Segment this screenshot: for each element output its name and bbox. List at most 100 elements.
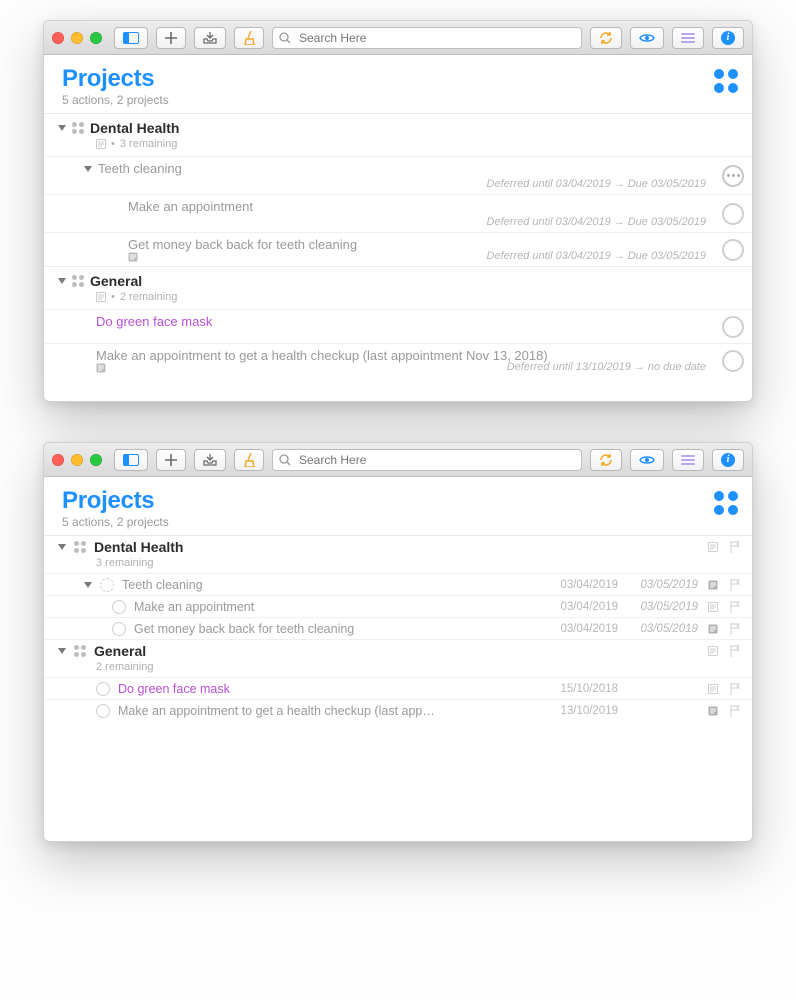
new-item-button[interactable] <box>156 449 186 471</box>
note-icon <box>96 292 106 302</box>
page-subtitle: 5 actions, 2 projects <box>62 93 734 107</box>
close-button[interactable] <box>52 32 64 44</box>
sidebar-toggle-button[interactable] <box>114 449 148 471</box>
task-row[interactable]: Get money back back for teeth cleaning D… <box>44 232 752 266</box>
flag-icon[interactable] <box>728 579 742 591</box>
task-row[interactable]: Do green face mask <box>44 309 752 343</box>
note-icon <box>706 602 720 612</box>
search-input[interactable] <box>297 30 575 46</box>
parallel-project-icon <box>74 541 86 553</box>
note-icon <box>706 624 720 634</box>
task-row[interactable]: Teeth cleaning 03/04/2019 03/05/2019 <box>44 573 752 595</box>
view-options-button[interactable] <box>672 449 704 471</box>
window-columns: i Projects 5 actions, 2 projects Dental … <box>43 442 753 842</box>
info-icon: i <box>721 453 735 467</box>
due-date: 03/05/2019 <box>626 623 698 635</box>
defer-date: 03/04/2019 <box>546 601 618 613</box>
task-row[interactable]: Get money back back for teeth cleaning 0… <box>44 617 752 639</box>
sidebar-toggle-button[interactable] <box>114 27 148 49</box>
project-header-general[interactable]: General <box>44 639 752 661</box>
disclosure-triangle-icon[interactable] <box>58 648 66 654</box>
projects-perspective-icon[interactable] <box>714 491 738 515</box>
flag-icon[interactable] <box>728 623 742 635</box>
new-item-button[interactable] <box>156 27 186 49</box>
disclosure-triangle-icon[interactable] <box>58 125 66 131</box>
action-group-row[interactable]: Teeth cleaning Deferred until 03/04/2019… <box>44 156 752 194</box>
status-circle[interactable] <box>722 203 744 225</box>
minimize-button[interactable] <box>71 32 83 44</box>
minimize-button[interactable] <box>71 454 83 466</box>
task-title: Teeth cleaning <box>98 161 182 176</box>
disclosure-triangle-icon[interactable] <box>58 544 66 550</box>
lines-icon <box>681 455 695 465</box>
task-title: Get money back back for teeth cleaning <box>134 622 538 636</box>
inbox-button[interactable] <box>194 27 226 49</box>
projects-perspective-icon[interactable] <box>714 69 738 93</box>
note-icon <box>706 684 720 694</box>
due-date: 03/05/2019 <box>626 601 698 613</box>
status-circle[interactable] <box>100 578 114 592</box>
view-button[interactable] <box>630 449 664 471</box>
search-input[interactable] <box>297 452 575 468</box>
note-column-icon <box>706 542 720 552</box>
window-controls <box>52 32 102 44</box>
broom-icon <box>243 453 255 467</box>
sync-button[interactable] <box>590 27 622 49</box>
cleanup-button[interactable] <box>234 27 264 49</box>
page-title: Projects <box>62 487 734 515</box>
inspector-button[interactable]: i <box>712 27 744 49</box>
defer-date: 15/10/2018 <box>546 683 618 695</box>
status-circle[interactable] <box>112 600 126 614</box>
task-row[interactable]: Make an appointment Deferred until 03/04… <box>44 194 752 232</box>
task-row[interactable]: Make an appointment to get a health chec… <box>44 699 752 721</box>
status-circle[interactable] <box>96 682 110 696</box>
note-icon <box>706 580 720 590</box>
task-row[interactable]: Make an appointment 03/04/2019 03/05/201… <box>44 595 752 617</box>
disclosure-triangle-icon[interactable] <box>58 278 66 284</box>
eye-icon <box>639 33 655 43</box>
note-column-icon <box>706 646 720 656</box>
flag-icon[interactable] <box>728 683 742 695</box>
project-name: Dental Health <box>90 120 179 136</box>
search-field[interactable] <box>272 27 582 49</box>
task-row[interactable]: Do green face mask 15/10/2018 <box>44 677 752 699</box>
task-row[interactable]: Make an appointment to get a health chec… <box>44 343 752 377</box>
flag-icon[interactable] <box>728 705 742 717</box>
cleanup-button[interactable] <box>234 449 264 471</box>
more-status-icon[interactable] <box>722 165 744 187</box>
project-header-dental[interactable]: Dental Health <box>44 113 752 138</box>
toolbar-right: i <box>590 449 744 471</box>
flag-icon[interactable] <box>728 601 742 613</box>
zoom-button[interactable] <box>90 32 102 44</box>
project-header-dental[interactable]: Dental Health <box>44 535 752 557</box>
status-circle[interactable] <box>722 239 744 261</box>
parallel-project-icon <box>72 275 84 287</box>
project-header-general[interactable]: General <box>44 266 752 291</box>
task-title: Make an appointment <box>128 199 253 214</box>
status-circle[interactable] <box>722 350 744 372</box>
task-title: Make an appointment to get a health chec… <box>118 704 538 718</box>
search-icon <box>279 454 291 466</box>
disclosure-triangle-icon[interactable] <box>84 582 92 588</box>
inbox-button[interactable] <box>194 449 226 471</box>
task-title: Make an appointment to get a health chec… <box>96 348 548 363</box>
task-dates: Deferred until 03/04/2019→Due 03/05/2019 <box>128 216 742 228</box>
view-button[interactable] <box>630 27 664 49</box>
sync-icon <box>599 32 613 44</box>
zoom-button[interactable] <box>90 454 102 466</box>
task-title: Get money back back for teeth cleaning <box>128 237 357 252</box>
view-options-button[interactable] <box>672 27 704 49</box>
sync-button[interactable] <box>590 449 622 471</box>
defer-date: 03/04/2019 <box>546 579 618 591</box>
search-field[interactable] <box>272 449 582 471</box>
project-name: General <box>90 273 142 289</box>
project-meta: 3 remaining <box>44 557 752 573</box>
parallel-project-icon <box>74 645 86 657</box>
status-circle[interactable] <box>722 316 744 338</box>
close-button[interactable] <box>52 454 64 466</box>
status-circle[interactable] <box>112 622 126 636</box>
eye-icon <box>639 455 655 465</box>
status-circle[interactable] <box>96 704 110 718</box>
disclosure-triangle-icon[interactable] <box>84 166 92 172</box>
inspector-button[interactable]: i <box>712 449 744 471</box>
